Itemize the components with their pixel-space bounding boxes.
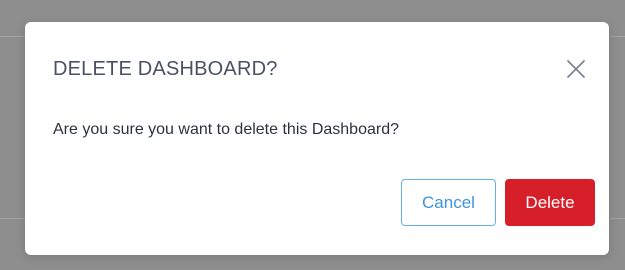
close-button[interactable] bbox=[563, 56, 589, 82]
delete-button[interactable]: Delete bbox=[505, 179, 595, 226]
delete-dashboard-dialog: DELETE DASHBOARD? Are you sure you want … bbox=[25, 22, 609, 255]
cancel-button[interactable]: Cancel bbox=[401, 179, 496, 226]
dialog-message: Are you sure you want to delete this Das… bbox=[53, 121, 399, 138]
dialog-title: DELETE DASHBOARD? bbox=[53, 58, 278, 80]
close-icon bbox=[567, 60, 585, 78]
